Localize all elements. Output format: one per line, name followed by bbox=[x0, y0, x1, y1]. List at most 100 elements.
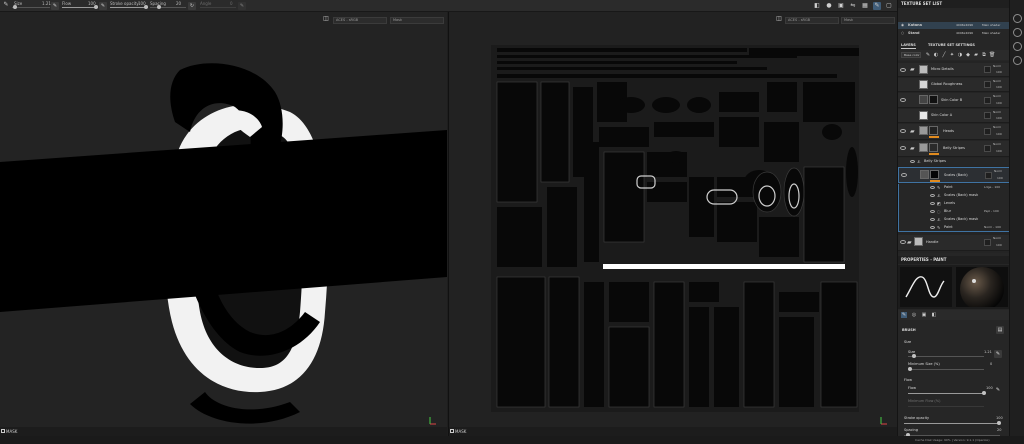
layer-opacity[interactable]: 100 bbox=[996, 116, 1002, 120]
texture-set-row-katana[interactable]: ◉ Katana 4096x4096 Main shader bbox=[898, 22, 1010, 29]
layer-toggle[interactable] bbox=[984, 97, 991, 104]
flow-pen-button[interactable]: ✎ bbox=[994, 386, 1002, 394]
texture-set-shader[interactable]: Main shader bbox=[982, 22, 1000, 29]
layer-toggle[interactable] bbox=[984, 81, 991, 88]
sublayer-row[interactable]: ⚓ Belly Stripes bbox=[898, 158, 1010, 166]
symmetry-icon[interactable]: ⇋ bbox=[849, 2, 857, 10]
min-flow-slider[interactable] bbox=[908, 406, 984, 407]
stroke-opacity-knob[interactable] bbox=[144, 5, 148, 9]
smart-material-icon[interactable]: ◆ bbox=[965, 52, 971, 58]
size-value[interactable]: 1.21 bbox=[984, 350, 992, 354]
size-slider[interactable] bbox=[908, 356, 984, 357]
spacing-value[interactable]: 20 bbox=[176, 1, 181, 6]
channel-dropdown[interactable]: Base color bbox=[901, 52, 921, 58]
flow-control[interactable]: Flow 100 bbox=[62, 0, 98, 12]
size-value[interactable]: 1.21 bbox=[42, 1, 51, 6]
brush-icon[interactable]: ✎ bbox=[873, 2, 881, 10]
effect-blend[interactable]: Pspl - 100 bbox=[984, 209, 999, 213]
mask-thumbnail[interactable] bbox=[930, 170, 939, 179]
layer-toggle[interactable] bbox=[984, 239, 991, 246]
brush-icon[interactable]: ✎ bbox=[901, 312, 907, 318]
angle-pressure-button[interactable]: ✎ bbox=[238, 2, 246, 10]
brush-icon[interactable]: ╱ bbox=[941, 52, 947, 58]
camera-icon[interactable]: ◧ bbox=[813, 2, 821, 10]
stencil-icon[interactable]: ▣ bbox=[921, 312, 927, 318]
layer-row[interactable]: ▰ Belly Stripes Norm 100 bbox=[898, 141, 1010, 157]
flow-slider-knob[interactable] bbox=[94, 5, 98, 9]
spacing-value[interactable]: 20 bbox=[997, 428, 1001, 432]
stroke-opacity-control[interactable]: Stroke opacity 100 bbox=[110, 0, 148, 12]
effect-row[interactable]: ⚓ Scales (Back) mask bbox=[898, 192, 1010, 200]
display-settings-icon[interactable] bbox=[1013, 28, 1022, 37]
size-slider-knob[interactable] bbox=[13, 5, 17, 9]
shader-settings-icon[interactable] bbox=[1013, 42, 1022, 51]
mask-thumbnail[interactable] bbox=[929, 143, 938, 152]
effect-blend[interactable]: Ldge - 100 bbox=[984, 185, 1000, 189]
eye-icon[interactable] bbox=[930, 210, 935, 213]
record-icon[interactable]: ● bbox=[825, 2, 833, 10]
eye-icon[interactable] bbox=[930, 186, 935, 189]
grid-icon[interactable]: ▦ bbox=[861, 2, 869, 10]
layer-blend[interactable]: Norm bbox=[993, 94, 1001, 98]
layer-toggle[interactable] bbox=[985, 172, 992, 179]
eye-icon[interactable] bbox=[900, 240, 906, 244]
effect-row[interactable]: ✎ Paint Ldge - 100 bbox=[898, 184, 1010, 192]
fill-layer-icon[interactable]: ◐ bbox=[933, 52, 939, 58]
stroke-opacity-slider[interactable] bbox=[904, 423, 1000, 424]
angle-slider[interactable] bbox=[200, 7, 236, 8]
min-size-slider[interactable] bbox=[908, 369, 984, 370]
eye-icon[interactable] bbox=[900, 146, 906, 150]
spacing-lock-button[interactable]: ↻ bbox=[188, 2, 196, 10]
viewport-3d[interactable]: ◫ ACES - sRGB Mask MASK bbox=[0, 12, 447, 436]
stroke-opacity-knob[interactable] bbox=[997, 421, 1001, 425]
delete-icon[interactable]: 🗑 bbox=[989, 52, 995, 58]
min-size-value[interactable]: 0 bbox=[990, 362, 992, 366]
eye-icon[interactable] bbox=[930, 226, 935, 229]
effect-row[interactable]: ◩ Levels bbox=[898, 200, 1010, 208]
material-icon[interactable]: ◧ bbox=[931, 312, 937, 318]
effect-row[interactable]: ◌ Blur Pspl - 100 bbox=[898, 208, 1010, 216]
stroke-opacity-slider[interactable] bbox=[110, 7, 148, 8]
size-slider-knob[interactable] bbox=[911, 354, 916, 358]
spacing-control[interactable]: Spacing 20 bbox=[150, 0, 186, 12]
angle-control[interactable]: Angle 0 bbox=[200, 0, 236, 12]
eye-icon[interactable] bbox=[900, 68, 906, 72]
layer-opacity[interactable]: 100 bbox=[996, 243, 1002, 247]
layer-row-selected[interactable]: Scales (Back) Norm 100 bbox=[898, 167, 1010, 183]
layer-toggle[interactable] bbox=[984, 145, 991, 152]
layer-opacity[interactable]: 100 bbox=[996, 101, 1002, 105]
layer-row[interactable]: Skin Color A Norm 100 bbox=[898, 109, 1010, 123]
radio-icon[interactable]: ◉ bbox=[901, 22, 904, 29]
layer-toggle[interactable] bbox=[984, 128, 991, 135]
effect-row[interactable]: ✎ Paint Norm - 100 bbox=[898, 224, 1010, 232]
duplicate-icon[interactable]: ⧉ bbox=[981, 52, 987, 58]
render-icon[interactable]: ▣ bbox=[837, 2, 845, 10]
tab-texture-set-settings[interactable]: TEXTURE SET SETTINGS bbox=[928, 42, 975, 49]
viewport-2d[interactable]: ◫ ACES - sRGB Mask MASK bbox=[448, 12, 897, 436]
layer-blend[interactable]: Norm bbox=[993, 236, 1001, 240]
layer-blend[interactable]: Norm bbox=[994, 169, 1002, 173]
flow-slider-knob[interactable] bbox=[982, 391, 986, 395]
log-icon[interactable] bbox=[1013, 56, 1022, 65]
layer-row[interactable]: ▰ Handle Norm 100 bbox=[898, 235, 1010, 251]
eye-icon[interactable] bbox=[900, 129, 906, 133]
eye-icon[interactable] bbox=[930, 202, 935, 205]
layer-toggle[interactable] bbox=[984, 112, 991, 119]
tab-layers[interactable]: LAYERS bbox=[901, 42, 916, 49]
viewport-mode-icon[interactable]: ▢ bbox=[885, 2, 893, 10]
mask-icon[interactable]: ◑ bbox=[957, 52, 963, 58]
viewport-3d-render[interactable] bbox=[0, 12, 447, 436]
effect-icon[interactable]: ✦ bbox=[949, 52, 955, 58]
layer-row[interactable]: Global Roughness Norm 100 bbox=[898, 78, 1010, 92]
history-icon[interactable] bbox=[1013, 14, 1022, 23]
mask-thumbnail[interactable] bbox=[929, 95, 938, 104]
layer-opacity[interactable]: 100 bbox=[996, 70, 1002, 74]
alpha-icon[interactable]: ◎ bbox=[911, 312, 917, 318]
layer-blend[interactable]: Norm bbox=[993, 79, 1001, 83]
eye-icon[interactable] bbox=[900, 98, 906, 102]
angle-value[interactable]: 0 bbox=[230, 1, 233, 6]
spacing-slider[interactable] bbox=[150, 7, 186, 8]
texture-set-row-stand[interactable]: ○ Stand 4096x4096 Main shader bbox=[898, 30, 1010, 37]
flow-value[interactable]: 100 bbox=[986, 386, 993, 390]
radio-icon[interactable]: ○ bbox=[901, 30, 904, 37]
